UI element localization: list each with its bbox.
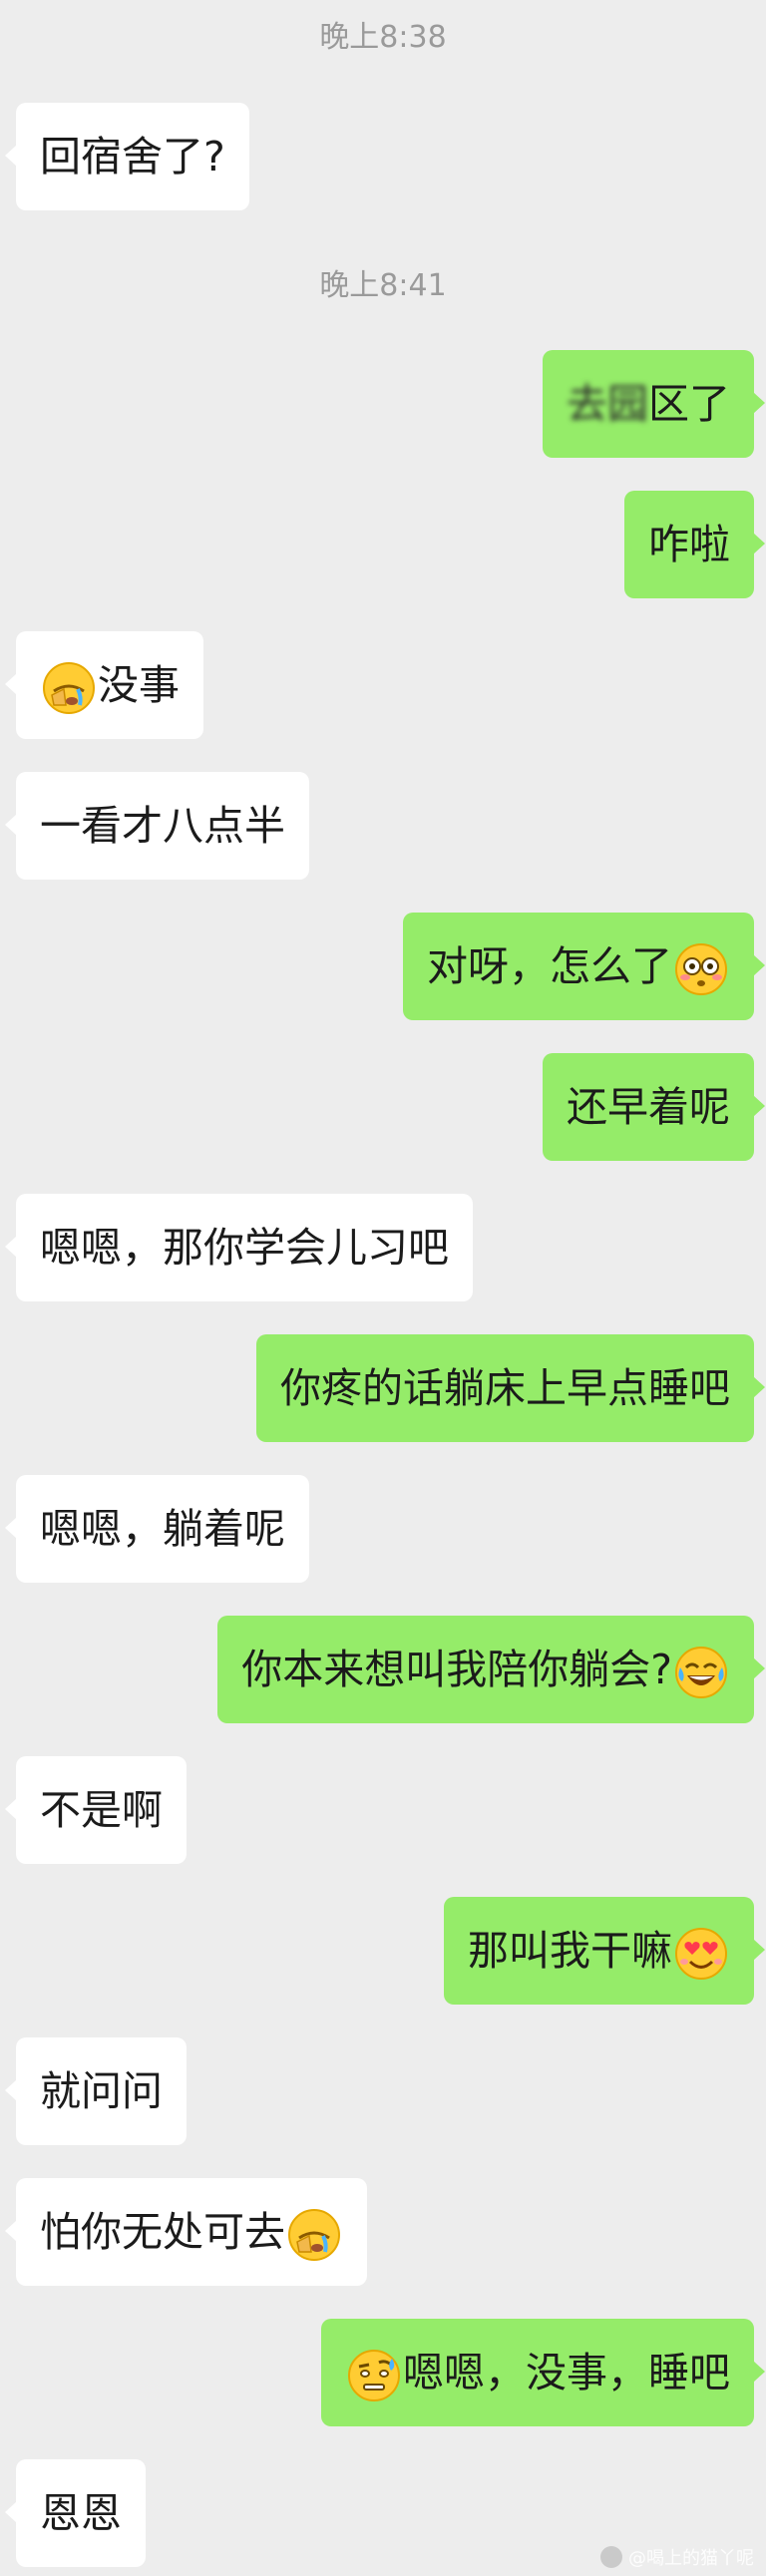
message-text: 对呀，怎么了 bbox=[427, 942, 672, 990]
heart-eyes-emoji bbox=[674, 1927, 728, 1981]
incoming-message[interactable]: 就问问 bbox=[5, 2037, 187, 2145]
incoming-message[interactable]: 怕你无处可去 bbox=[5, 2178, 367, 2286]
sweat-raised-eyebrow-emoji bbox=[347, 2349, 401, 2402]
face-with-hand-over-eye-crying-emoji bbox=[42, 661, 96, 715]
incoming-message[interactable]: 没事 bbox=[5, 631, 203, 739]
outgoing-message[interactable]: 嗯嗯，没事，睡吧 bbox=[321, 2319, 765, 2426]
message-text: 嗯嗯，那你学会儿习吧 bbox=[40, 1224, 449, 1272]
message-text: 嗯嗯，没事，睡吧 bbox=[403, 2349, 730, 2396]
outgoing-message[interactable]: 还早着呢 bbox=[543, 1053, 765, 1161]
outgoing-message[interactable]: 咋啦 bbox=[624, 491, 765, 598]
incoming-message[interactable]: 一看才八点半 bbox=[5, 772, 309, 880]
face-with-hand-over-eye-crying-emoji bbox=[287, 2208, 341, 2262]
incoming-message[interactable]: 嗯嗯，那你学会儿习吧 bbox=[5, 1194, 473, 1301]
flushed-face-emoji bbox=[674, 942, 728, 996]
incoming-message[interactable]: 不是啊 bbox=[5, 1756, 187, 1864]
message-text: 咋啦 bbox=[648, 521, 730, 568]
message-text: 区了 bbox=[648, 380, 730, 428]
watermark-logo-icon bbox=[600, 2546, 622, 2568]
outgoing-message[interactable]: 你疼的话躺床上早点睡吧 bbox=[256, 1334, 765, 1442]
message-text: 就问问 bbox=[40, 2067, 163, 2115]
message-text: 还早着呢 bbox=[567, 1083, 730, 1131]
message-text: 没事 bbox=[98, 661, 180, 709]
watermark: @喝上的猫丫呢 bbox=[600, 2544, 754, 2570]
blurred-text: 园 bbox=[607, 380, 648, 428]
timestamp: 晚上8:38 bbox=[319, 20, 447, 55]
message-text: 回宿舍了? bbox=[40, 133, 225, 181]
outgoing-message[interactable]: 对呀，怎么了 bbox=[403, 913, 765, 1020]
message-text: 恩恩 bbox=[40, 2489, 122, 2537]
blurred-text: 去 bbox=[567, 380, 607, 428]
outgoing-message[interactable]: 你本来想叫我陪你躺会? bbox=[217, 1616, 765, 1723]
timestamp: 晚上8:41 bbox=[319, 268, 447, 303]
message-text: 怕你无处可去 bbox=[40, 2208, 285, 2256]
message-text: 不是啊 bbox=[40, 1786, 163, 1834]
incoming-message[interactable]: 回宿舍了? bbox=[5, 103, 249, 210]
message-text: 你疼的话躺床上早点睡吧 bbox=[280, 1364, 730, 1412]
message-text: 嗯嗯，躺着呢 bbox=[40, 1505, 285, 1553]
outgoing-message[interactable]: 那叫我干嘛 bbox=[444, 1897, 765, 2005]
message-text: 一看才八点半 bbox=[40, 802, 285, 850]
message-text: 那叫我干嘛 bbox=[468, 1927, 672, 1975]
message-text: 你本来想叫我陪你躺会? bbox=[241, 1646, 672, 1693]
tears-of-joy-emoji bbox=[674, 1646, 728, 1699]
incoming-message[interactable]: 恩恩 bbox=[5, 2459, 146, 2567]
outgoing-message[interactable]: 去园区了 bbox=[543, 350, 765, 458]
watermark-text: @喝上的猫丫呢 bbox=[628, 2548, 754, 2569]
incoming-message[interactable]: 嗯嗯，躺着呢 bbox=[5, 1475, 309, 1583]
